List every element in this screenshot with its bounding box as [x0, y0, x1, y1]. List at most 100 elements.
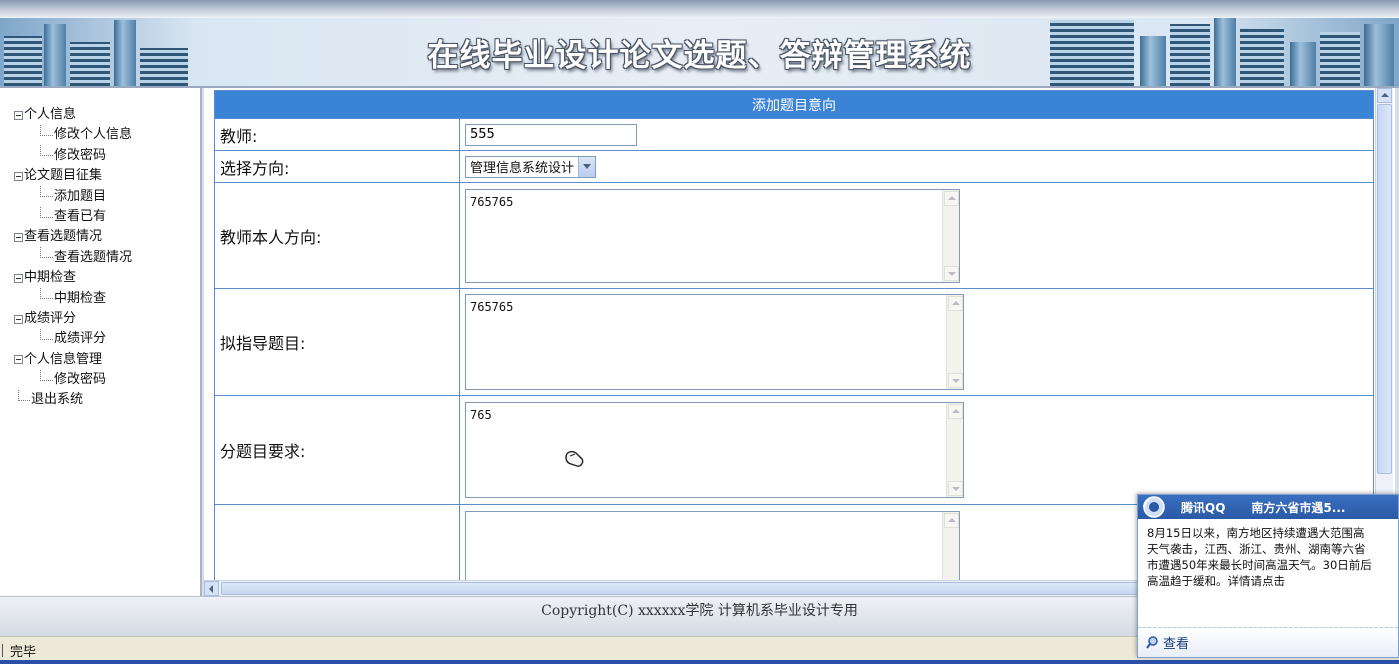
preparation-label: 分题目准备工作:: [214, 504, 460, 580]
requirements-text: 765: [470, 408, 492, 422]
tree-item-label: 成绩评分: [54, 331, 107, 347]
tree-group-label: 查看选题情况: [24, 229, 103, 245]
own-direction-cell: 765765: [459, 182, 1374, 289]
nav-tree: 个人信息 修改个人信息 修改密码 论文题目征集 添加题目 查看已有 查看选题情况…: [0, 88, 200, 411]
qq-headline[interactable]: 南方六省市遇5...: [1251, 499, 1345, 516]
tree-group-midterm[interactable]: 中期检查: [14, 268, 200, 288]
tree-connector: [40, 247, 53, 259]
teacher-label: 教师:: [214, 118, 460, 151]
qq-popup-header: 腾讯QQ 南方六省市遇5...: [1138, 495, 1398, 519]
collapse-icon[interactable]: [14, 273, 23, 283]
tree-item-change-password[interactable]: 修改密码: [14, 145, 200, 166]
qq-logo-icon: [1143, 496, 1165, 518]
qq-news-line: 天气袭击，江西、浙江、贵州、湖南等六省: [1147, 542, 1366, 556]
page-status-icon: [2, 644, 7, 657]
proposed-topic-textarea[interactable]: 765765: [465, 294, 964, 390]
scroll-left-icon[interactable]: [204, 581, 219, 596]
teacher-cell: [459, 118, 1374, 151]
tree-item-label: 添加题目: [54, 188, 107, 204]
tree-connector: [40, 369, 53, 381]
tree-item-view-selection[interactable]: 查看选题情况: [14, 247, 200, 268]
tree-item-logout[interactable]: 退出系统: [14, 390, 200, 410]
requirements-textarea[interactable]: 765: [465, 402, 964, 498]
tree-group-personal-info[interactable]: 个人信息: [14, 105, 200, 125]
collapse-icon[interactable]: [14, 314, 23, 324]
site-banner: 在线毕业设计论文选题、答辩管理系统: [0, 18, 1399, 88]
own-direction-label: 教师本人方向:: [214, 182, 460, 289]
direction-cell: 管理信息系统设计: [459, 150, 1374, 183]
qq-popup-body[interactable]: 8月15日以来，南方地区持续遭遇大范围高 天气袭击，江西、浙江、贵州、湖南等六省…: [1138, 519, 1398, 627]
proposed-topic-text: 765765: [470, 300, 514, 314]
qq-news-line: 8月15日以来，南方地区持续遭遇大范围高: [1147, 526, 1365, 540]
tree-connector: [40, 328, 53, 340]
hand-cursor-icon: [565, 450, 584, 467]
tree-item-label: 修改个人信息: [54, 127, 133, 143]
scroll-up-icon[interactable]: [944, 513, 959, 528]
collapse-icon[interactable]: [14, 233, 23, 243]
tree-item-label: 中期检查: [54, 290, 107, 306]
own-direction-text: 765765: [470, 194, 514, 209]
scroll-down-icon[interactable]: [944, 265, 959, 281]
collapse-icon[interactable]: [14, 355, 23, 365]
qq-view-link[interactable]: 查看: [1138, 627, 1398, 657]
status-text: 完毕: [10, 645, 37, 660]
qq-app-name: 腾讯QQ: [1181, 500, 1226, 515]
qq-news-popup[interactable]: 腾讯QQ 南方六省市遇5... 8月15日以来，南方地区持续遭遇大范围高 天气袭…: [1137, 494, 1399, 658]
form-title: 添加题目意向: [214, 90, 1374, 119]
tree-item-midterm-check[interactable]: 中期检查: [14, 288, 200, 309]
tree-group-topic-collection[interactable]: 论文题目征集: [14, 166, 200, 186]
collapse-icon[interactable]: [14, 110, 23, 120]
textarea-scrollbar[interactable]: [946, 295, 963, 389]
tree-connector: [40, 125, 53, 137]
proposed-topic-label: 拟指导题目:: [214, 288, 460, 396]
preparation-textarea[interactable]: [465, 511, 960, 580]
scroll-down-icon[interactable]: [948, 481, 963, 496]
site-title: 在线毕业设计论文选题、答辩管理系统: [427, 38, 972, 74]
qq-news-line: 高温趋于缓和。详情请点击: [1147, 574, 1285, 588]
tree-group-selection-status[interactable]: 查看选题情况: [14, 227, 200, 247]
qq-news-line: 市遭遇50年来最长时间高温天气。30日前后: [1147, 558, 1372, 572]
sidebar-tree: 个人信息 修改个人信息 修改密码 论文题目征集 添加题目 查看已有 查看选题情况…: [0, 88, 202, 596]
textarea-scrollbar[interactable]: [942, 189, 959, 282]
scroll-down-icon[interactable]: [948, 373, 963, 388]
tree-connector: [40, 206, 53, 218]
tree-group-info-management[interactable]: 个人信息管理: [14, 350, 200, 370]
direction-selected-value: 管理信息系统设计: [470, 161, 575, 176]
tree-item-edit-profile[interactable]: 修改个人信息: [14, 125, 200, 145]
own-direction-textarea[interactable]: 765765: [465, 188, 960, 283]
textarea-scrollbar[interactable]: [942, 512, 959, 580]
teacher-input[interactable]: [465, 123, 637, 146]
tree-item-add-topic[interactable]: 添加题目: [14, 186, 200, 207]
window-top-strip: [0, 0, 1399, 18]
tree-item-label: 查看已有: [54, 208, 107, 224]
tree-item-label: 查看选题情况: [54, 249, 133, 265]
direction-label: 选择方向:: [214, 150, 460, 183]
direction-select[interactable]: 管理信息系统设计: [465, 155, 597, 178]
tree-group-label: 成绩评分: [24, 310, 77, 326]
taskbar-edge: [0, 660, 1399, 664]
tree-group-grading[interactable]: 成绩评分: [14, 309, 200, 329]
scroll-up-icon[interactable]: [944, 190, 959, 206]
tree-item-label: 修改密码: [54, 147, 107, 163]
collapse-icon[interactable]: [14, 171, 23, 181]
qq-view-label: 查看: [1163, 637, 1190, 652]
browser-page: 在线毕业设计论文选题、答辩管理系统 个人信息 修改个人信息 修改密码 论文题目征…: [0, 0, 1399, 664]
tree-connector: [18, 390, 30, 402]
scroll-up-icon[interactable]: [948, 296, 963, 311]
tree-item-label: 退出系统: [31, 392, 84, 408]
tree-group-label: 中期检查: [24, 270, 77, 286]
tree-group-label: 个人信息: [24, 107, 77, 122]
tree-item-change-password-2[interactable]: 修改密码: [14, 369, 200, 390]
tree-item-grading[interactable]: 成绩评分: [14, 328, 200, 349]
textarea-scrollbar[interactable]: [946, 403, 963, 497]
magnifier-icon: [1146, 636, 1158, 649]
scroll-up-icon[interactable]: [948, 404, 963, 419]
chevron-down-icon[interactable]: [578, 156, 596, 177]
tree-connector: [40, 186, 53, 198]
scroll-up-icon[interactable]: [1377, 88, 1392, 103]
tree-item-label: 修改密码: [54, 372, 107, 388]
proposed-topic-cell: 765765: [459, 288, 1374, 396]
tree-group-label: 论文题目征集: [24, 168, 103, 184]
tree-item-view-existing[interactable]: 查看已有: [14, 206, 200, 227]
scroll-thumb[interactable]: [1377, 104, 1392, 474]
